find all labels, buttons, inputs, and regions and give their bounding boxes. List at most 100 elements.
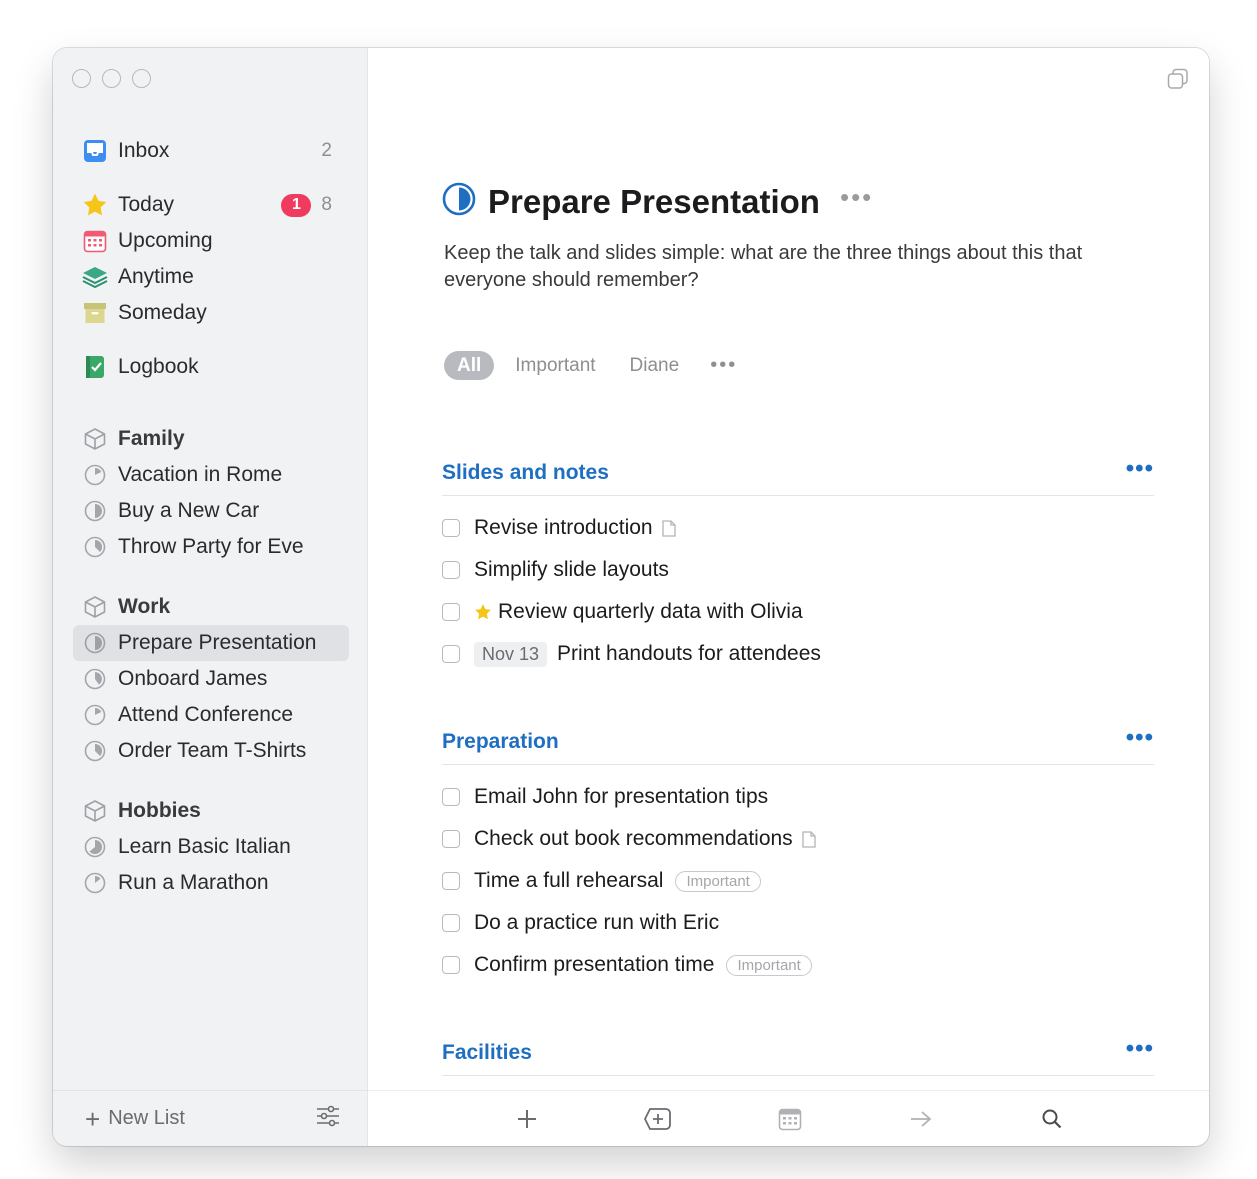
more-options-icon[interactable]: ••• (840, 182, 873, 213)
todo-title: Simplify slide layouts (474, 558, 669, 581)
filter-settings-icon[interactable] (316, 1105, 340, 1133)
project-view: Prepare Presentation ••• Keep the talk a… (368, 48, 1209, 1146)
search-icon[interactable] (1037, 1104, 1067, 1134)
section-heading[interactable]: Preparation ••• (442, 719, 1154, 765)
section-title: Preparation (442, 729, 559, 753)
sidebar-item-inbox[interactable]: Inbox 2 (73, 134, 349, 168)
project-progress-icon (82, 630, 108, 656)
filter-all[interactable]: All (444, 351, 495, 380)
todo-checkbox[interactable] (442, 830, 460, 848)
minimize-window-button[interactable] (102, 69, 121, 88)
todo-checkbox[interactable] (442, 956, 460, 974)
area-cube-icon (82, 798, 108, 824)
sidebar-project-prepare-presentation[interactable]: Prepare Presentation (73, 625, 349, 661)
new-todo-button[interactable] (512, 1104, 542, 1134)
sidebar-project-onboard-james[interactable]: Onboard James (73, 662, 349, 696)
sidebar-item-label: Buy a New Car (118, 499, 260, 522)
page-title[interactable]: Prepare Presentation (488, 183, 820, 221)
new-heading-button[interactable] (643, 1104, 673, 1134)
sidebar-item-label: Onboard James (118, 667, 268, 690)
sidebar-project-throw-party-for-eve[interactable]: Throw Party for Eve (73, 530, 349, 564)
sidebar-project-order-team-t-shirts[interactable]: Order Team T-Shirts (73, 734, 349, 768)
sidebar-item-label: Inbox (118, 139, 170, 162)
todo-item[interactable]: Time a full rehearsal Important (442, 866, 761, 896)
section-more-icon[interactable]: ••• (1126, 1035, 1154, 1063)
plus-icon[interactable]: + (85, 1106, 100, 1132)
inbox-count: 2 (321, 140, 332, 161)
sidebar-item-label: Learn Basic Italian (118, 835, 291, 858)
layers-icon (82, 264, 108, 290)
project-header: Prepare Presentation ••• (442, 182, 873, 221)
filter-important[interactable]: Important (502, 351, 608, 380)
todo-item[interactable]: Simplify slide layouts (442, 555, 669, 585)
todo-title: Check out book recommendations (474, 827, 793, 850)
zoom-window-button[interactable] (132, 69, 151, 88)
inbox-icon (82, 138, 108, 164)
sidebar-area-work[interactable]: Work (73, 590, 349, 624)
todo-checkbox[interactable] (442, 914, 460, 932)
sidebar-item-label: Hobbies (118, 799, 201, 822)
todo-item[interactable]: Revise introduction (442, 513, 676, 543)
todo-item[interactable]: Nov 13 Print handouts for attendees (442, 639, 821, 669)
sidebar-item-upcoming[interactable]: Upcoming (73, 224, 349, 258)
sidebar-item-anytime[interactable]: Anytime (73, 260, 349, 294)
project-progress-icon[interactable] (442, 182, 476, 221)
sidebar-project-vacation-in-rome[interactable]: Vacation in Rome (73, 458, 349, 492)
sidebar-item-label: Today (118, 193, 175, 216)
move-arrow-button[interactable] (906, 1104, 936, 1134)
when-calendar-button[interactable] (775, 1104, 805, 1134)
project-progress-icon (82, 462, 108, 488)
section-heading[interactable]: Facilities ••• (442, 1030, 1154, 1076)
sidebar-item-today[interactable]: Today 1 8 (73, 188, 349, 222)
section-more-icon[interactable]: ••• (1126, 455, 1154, 483)
todo-checkbox[interactable] (442, 645, 460, 663)
today-star-icon (474, 603, 492, 621)
sidebar-project-attend-conference[interactable]: Attend Conference (73, 698, 349, 732)
sidebar-item-label: Vacation in Rome (118, 463, 283, 486)
todo-item[interactable]: Email John for presentation tips (442, 782, 768, 812)
todo-checkbox[interactable] (442, 603, 460, 621)
todo-item[interactable]: Check out book recommendations (442, 824, 816, 854)
area-cube-icon (82, 426, 108, 452)
todo-item[interactable]: Confirm presentation time Important (442, 950, 812, 980)
todo-checkbox[interactable] (442, 788, 460, 806)
duplicate-window-icon[interactable] (1167, 68, 1189, 95)
sidebar-item-label: Run a Marathon (118, 871, 269, 894)
todo-checkbox[interactable] (442, 872, 460, 890)
project-progress-icon (82, 834, 108, 860)
project-progress-icon (82, 702, 108, 728)
todo-checkbox[interactable] (442, 519, 460, 537)
sidebar-project-run-a-marathon[interactable]: Run a Marathon (73, 866, 349, 900)
archive-box-icon (82, 300, 108, 326)
note-icon (802, 830, 816, 848)
more-filters-icon[interactable]: ••• (710, 354, 737, 377)
bottom-toolbar (368, 1090, 1209, 1146)
todo-title: Revise introduction (474, 516, 653, 539)
sidebar-area-hobbies[interactable]: Hobbies (73, 794, 349, 828)
todo-item[interactable]: Review quarterly data with Olivia (442, 597, 803, 627)
sidebar-item-logbook[interactable]: Logbook (73, 350, 349, 384)
sidebar-item-label: Prepare Presentation (118, 631, 317, 654)
close-window-button[interactable] (72, 69, 91, 88)
tag-important: Important (675, 870, 761, 892)
filter-diane[interactable]: Diane (617, 351, 693, 380)
sidebar-item-label: Logbook (118, 355, 199, 378)
project-progress-icon (82, 738, 108, 764)
todo-title: Email John for presentation tips (474, 785, 769, 808)
new-list-button[interactable]: New List (108, 1107, 316, 1130)
sidebar-item-label: Attend Conference (118, 703, 294, 726)
note-icon (661, 519, 676, 537)
todo-item[interactable]: Do a practice run with Eric (442, 908, 719, 938)
project-progress-icon (82, 666, 108, 692)
section-heading[interactable]: Slides and notes ••• (442, 450, 1154, 496)
todo-checkbox[interactable] (442, 561, 460, 579)
sidebar-item-label: Work (118, 595, 171, 618)
project-notes[interactable]: Keep the talk and slides simple: what ar… (444, 240, 1124, 294)
sidebar-area-family[interactable]: Family (73, 422, 349, 456)
sidebar-project-buy-a-new-car[interactable]: Buy a New Car (73, 494, 349, 528)
section-more-icon[interactable]: ••• (1126, 724, 1154, 752)
project-progress-icon (82, 534, 108, 560)
logbook-icon (82, 354, 108, 380)
sidebar-project-learn-basic-italian[interactable]: Learn Basic Italian (73, 830, 349, 864)
sidebar-item-someday[interactable]: Someday (73, 296, 349, 330)
